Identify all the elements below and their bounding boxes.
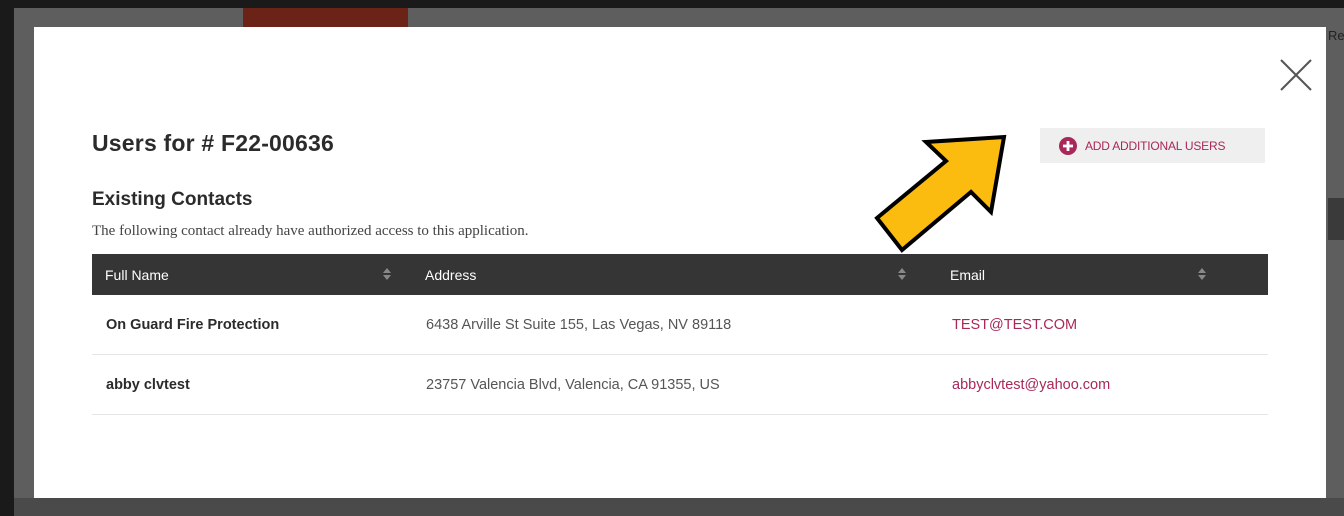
plus-circle-icon xyxy=(1059,136,1077,155)
close-button[interactable] xyxy=(1278,57,1314,93)
yellow-arrow-annotation xyxy=(874,134,1007,253)
contact-address: 23757 Valencia Blvd, Valencia, CA 91355,… xyxy=(426,376,720,393)
background-side-text: Re xyxy=(1328,28,1344,43)
add-users-label: ADD ADDITIONAL USERS xyxy=(1085,138,1226,153)
sort-icon xyxy=(1198,268,1206,280)
contacts-table: Full Name Address Email On Guard Fire Pr… xyxy=(92,254,1268,415)
column-header-address[interactable]: Address xyxy=(412,254,932,295)
contact-email-link[interactable]: TEST@TEST.COM xyxy=(932,317,1268,333)
background-bar xyxy=(1328,198,1344,240)
background-tab xyxy=(243,8,408,27)
column-header-label: Full Name xyxy=(105,266,169,283)
modal-title: Users for # F22-00636 xyxy=(92,130,335,156)
contact-address: 6438 Arville St Suite 155, Las Vegas, NV… xyxy=(426,316,732,333)
table-row: abby clvtest 23757 Valencia Blvd, Valenc… xyxy=(92,355,1268,415)
contact-name: abby clvtest xyxy=(106,376,190,393)
sort-icon xyxy=(383,268,391,280)
column-header-email[interactable]: Email xyxy=(932,254,1268,295)
add-additional-users-button[interactable]: ADD ADDITIONAL USERS xyxy=(1040,128,1265,163)
users-modal: Users for # F22-00636 ADD ADDITIONAL USE… xyxy=(34,27,1326,498)
section-description: The following contact already have autho… xyxy=(92,223,529,239)
close-icon xyxy=(1280,59,1312,91)
sort-icon xyxy=(898,268,906,280)
section-title: Existing Contacts xyxy=(92,189,253,210)
background-footer xyxy=(14,498,1344,516)
contact-name: On Guard Fire Protection xyxy=(106,316,280,333)
column-header-full-name[interactable]: Full Name xyxy=(92,254,412,295)
column-header-label: Address xyxy=(425,266,477,283)
contact-email-link[interactable]: abbyclvtest@yahoo.com xyxy=(932,377,1268,393)
table-header: Full Name Address Email xyxy=(92,254,1268,295)
table-row: On Guard Fire Protection 6438 Arville St… xyxy=(92,295,1268,355)
column-header-label: Email xyxy=(950,266,986,283)
